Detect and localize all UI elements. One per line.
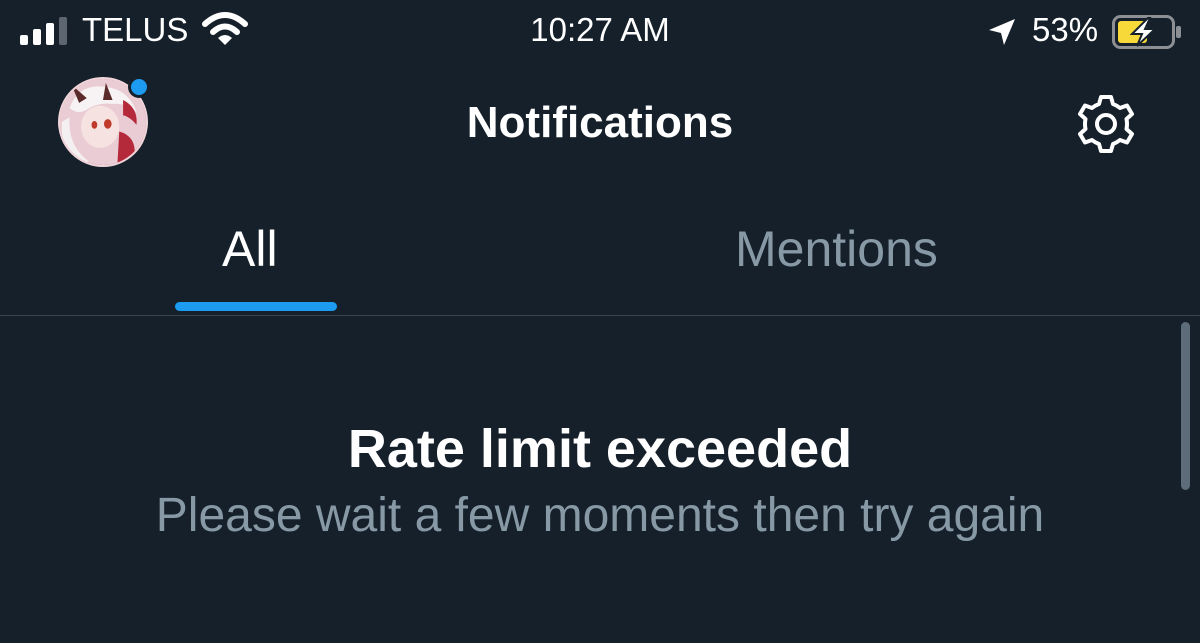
selected-tab-indicator <box>175 302 337 311</box>
carrier-name: TELUS <box>82 11 189 48</box>
signal-icon <box>20 17 67 45</box>
location-arrow-icon <box>989 19 1015 45</box>
error-title: Rate limit exceeded <box>347 419 853 479</box>
tab-mentions[interactable]: Mentions <box>735 218 938 280</box>
status-bar: TELUS 10:27 AM 53% <box>0 0 1200 62</box>
error-subtitle: Please wait a few moments then try again <box>155 489 1045 542</box>
tab-all[interactable]: All <box>222 218 278 280</box>
unread-indicator <box>128 76 150 98</box>
battery-charging-icon <box>1112 15 1181 49</box>
page-title: Notifications <box>466 98 734 147</box>
battery-percent: 53% <box>1032 11 1099 48</box>
gear-icon[interactable] <box>1074 92 1138 156</box>
wifi-icon <box>202 12 248 45</box>
header: Notifications <box>0 62 1200 182</box>
tab-bar: All Mentions <box>0 200 1200 316</box>
